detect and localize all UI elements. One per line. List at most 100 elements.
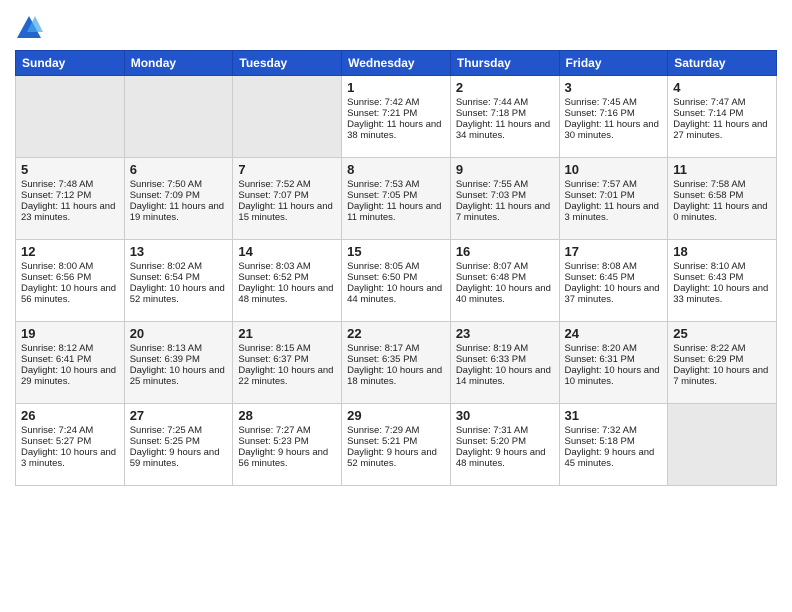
sunset-text: Sunset: 6:31 PM bbox=[565, 354, 663, 365]
daylight-text: Daylight: 10 hours and 48 minutes. bbox=[238, 283, 336, 305]
sunset-text: Sunset: 7:12 PM bbox=[21, 190, 119, 201]
calendar-cell: 2Sunrise: 7:44 AMSunset: 7:18 PMDaylight… bbox=[450, 76, 559, 158]
sunrise-text: Sunrise: 7:25 AM bbox=[130, 425, 228, 436]
week-row-3: 12Sunrise: 8:00 AMSunset: 6:56 PMDayligh… bbox=[16, 240, 777, 322]
sunset-text: Sunset: 6:50 PM bbox=[347, 272, 445, 283]
daylight-text: Daylight: 9 hours and 56 minutes. bbox=[238, 447, 336, 469]
daylight-text: Daylight: 11 hours and 30 minutes. bbox=[565, 119, 663, 141]
calendar-cell: 29Sunrise: 7:29 AMSunset: 5:21 PMDayligh… bbox=[342, 404, 451, 486]
sunrise-text: Sunrise: 8:20 AM bbox=[565, 343, 663, 354]
sunset-text: Sunset: 6:41 PM bbox=[21, 354, 119, 365]
day-header-wednesday: Wednesday bbox=[342, 51, 451, 76]
daylight-text: Daylight: 10 hours and 7 minutes. bbox=[673, 365, 771, 387]
day-number: 20 bbox=[130, 326, 228, 341]
calendar-cell: 21Sunrise: 8:15 AMSunset: 6:37 PMDayligh… bbox=[233, 322, 342, 404]
sunrise-text: Sunrise: 7:50 AM bbox=[130, 179, 228, 190]
calendar-cell bbox=[233, 76, 342, 158]
sunrise-text: Sunrise: 7:55 AM bbox=[456, 179, 554, 190]
calendar-cell: 4 Sunrise: 7:47 AMSunset: 7:14 PMDaylight… bbox=[668, 76, 777, 158]
sunset-text: Sunset: 7:18 PM bbox=[456, 108, 554, 119]
sunset-text: Sunset: 7:16 PM bbox=[565, 108, 663, 119]
week-row-2: 5Sunrise: 7:48 AMSunset: 7:12 PMDaylight… bbox=[16, 158, 777, 240]
day-number: 4 bbox=[673, 80, 771, 95]
day-number: 23 bbox=[456, 326, 554, 341]
calendar-cell: 13Sunrise: 8:02 AMSunset: 6:54 PMDayligh… bbox=[124, 240, 233, 322]
calendar-cell: 19Sunrise: 8:12 AMSunset: 6:41 PMDayligh… bbox=[16, 322, 125, 404]
sunset-text: Sunset: 7:14 PM bbox=[673, 108, 771, 119]
sunrise-text: Sunrise: 7:44 AM bbox=[456, 97, 554, 108]
sunset-text: Sunset: 6:56 PM bbox=[21, 272, 119, 283]
sunrise-text: Sunrise: 8:05 AM bbox=[347, 261, 445, 272]
calendar-cell: 8Sunrise: 7:53 AMSunset: 7:05 PMDaylight… bbox=[342, 158, 451, 240]
sunset-text: Sunset: 7:21 PM bbox=[347, 108, 445, 119]
sunset-text: Sunset: 7:01 PM bbox=[565, 190, 663, 201]
sunset-text: Sunset: 6:45 PM bbox=[565, 272, 663, 283]
sunrise-text: Sunrise: 8:15 AM bbox=[238, 343, 336, 354]
day-number: 16 bbox=[456, 244, 554, 259]
week-row-1: 1Sunrise: 7:42 AMSunset: 7:21 PMDaylight… bbox=[16, 76, 777, 158]
sunrise-text: Sunrise: 7:52 AM bbox=[238, 179, 336, 190]
daylight-text: Daylight: 10 hours and 56 minutes. bbox=[21, 283, 119, 305]
day-number: 24 bbox=[565, 326, 663, 341]
calendar-header: SundayMondayTuesdayWednesdayThursdayFrid… bbox=[16, 51, 777, 76]
calendar-body: 1Sunrise: 7:42 AMSunset: 7:21 PMDaylight… bbox=[16, 76, 777, 486]
week-row-5: 26Sunrise: 7:24 AMSunset: 5:27 PMDayligh… bbox=[16, 404, 777, 486]
daylight-text: Daylight: 10 hours and 10 minutes. bbox=[565, 365, 663, 387]
day-number: 15 bbox=[347, 244, 445, 259]
calendar-cell: 12Sunrise: 8:00 AMSunset: 6:56 PMDayligh… bbox=[16, 240, 125, 322]
sunrise-text: Sunrise: 8:13 AM bbox=[130, 343, 228, 354]
day-number: 18 bbox=[673, 244, 771, 259]
day-number: 9 bbox=[456, 162, 554, 177]
calendar-cell: 26Sunrise: 7:24 AMSunset: 5:27 PMDayligh… bbox=[16, 404, 125, 486]
sunrise-text: Sunrise: 7:58 AM bbox=[673, 179, 771, 190]
day-number: 30 bbox=[456, 408, 554, 423]
sunset-text: Sunset: 6:43 PM bbox=[673, 272, 771, 283]
logo bbox=[15, 14, 47, 42]
day-header-tuesday: Tuesday bbox=[233, 51, 342, 76]
sunrise-text: Sunrise: 7:53 AM bbox=[347, 179, 445, 190]
sunset-text: Sunset: 7:09 PM bbox=[130, 190, 228, 201]
day-number: 6 bbox=[130, 162, 228, 177]
day-header-sunday: Sunday bbox=[16, 51, 125, 76]
calendar-cell: 31Sunrise: 7:32 AMSunset: 5:18 PMDayligh… bbox=[559, 404, 668, 486]
calendar-cell: 17Sunrise: 8:08 AMSunset: 6:45 PMDayligh… bbox=[559, 240, 668, 322]
daylight-text: Daylight: 10 hours and 14 minutes. bbox=[456, 365, 554, 387]
sunrise-text: Sunrise: 8:10 AM bbox=[673, 261, 771, 272]
day-number: 10 bbox=[565, 162, 663, 177]
daylight-text: Daylight: 9 hours and 52 minutes. bbox=[347, 447, 445, 469]
calendar-cell: 15 Sunrise: 8:05 AMSunset: 6:50 PMDayligh… bbox=[342, 240, 451, 322]
sunset-text: Sunset: 5:18 PM bbox=[565, 436, 663, 447]
sunrise-text: Sunrise: 7:32 AM bbox=[565, 425, 663, 436]
day-number: 22 bbox=[347, 326, 445, 341]
sunset-text: Sunset: 5:20 PM bbox=[456, 436, 554, 447]
sunset-text: Sunset: 5:25 PM bbox=[130, 436, 228, 447]
sunrise-text: Sunrise: 7:47 AM bbox=[673, 97, 771, 108]
day-number: 27 bbox=[130, 408, 228, 423]
sunset-text: Sunset: 7:05 PM bbox=[347, 190, 445, 201]
daylight-text: Daylight: 11 hours and 7 minutes. bbox=[456, 201, 554, 223]
daylight-text: Daylight: 10 hours and 44 minutes. bbox=[347, 283, 445, 305]
sunrise-text: Sunrise: 8:17 AM bbox=[347, 343, 445, 354]
day-header-thursday: Thursday bbox=[450, 51, 559, 76]
daylight-text: Daylight: 10 hours and 40 minutes. bbox=[456, 283, 554, 305]
day-number: 7 bbox=[238, 162, 336, 177]
day-number: 26 bbox=[21, 408, 119, 423]
calendar-cell: 18Sunrise: 8:10 AMSunset: 6:43 PMDayligh… bbox=[668, 240, 777, 322]
daylight-text: Daylight: 11 hours and 27 minutes. bbox=[673, 119, 771, 141]
daylight-text: Daylight: 9 hours and 45 minutes. bbox=[565, 447, 663, 469]
sunrise-text: Sunrise: 8:00 AM bbox=[21, 261, 119, 272]
day-number: 25 bbox=[673, 326, 771, 341]
sunrise-text: Sunrise: 7:57 AM bbox=[565, 179, 663, 190]
calendar-cell: 20Sunrise: 8:13 AMSunset: 6:39 PMDayligh… bbox=[124, 322, 233, 404]
calendar-cell: 1Sunrise: 7:42 AMSunset: 7:21 PMDaylight… bbox=[342, 76, 451, 158]
header-row: SundayMondayTuesdayWednesdayThursdayFrid… bbox=[16, 51, 777, 76]
calendar-cell bbox=[124, 76, 233, 158]
calendar-cell: 14Sunrise: 8:03 AMSunset: 6:52 PMDayligh… bbox=[233, 240, 342, 322]
day-number: 14 bbox=[238, 244, 336, 259]
sunset-text: Sunset: 6:39 PM bbox=[130, 354, 228, 365]
daylight-text: Daylight: 11 hours and 38 minutes. bbox=[347, 119, 445, 141]
sunrise-text: Sunrise: 7:45 AM bbox=[565, 97, 663, 108]
calendar-cell: 30Sunrise: 7:31 AMSunset: 5:20 PMDayligh… bbox=[450, 404, 559, 486]
calendar-cell: 3Sunrise: 7:45 AMSunset: 7:16 PMDaylight… bbox=[559, 76, 668, 158]
daylight-text: Daylight: 11 hours and 34 minutes. bbox=[456, 119, 554, 141]
